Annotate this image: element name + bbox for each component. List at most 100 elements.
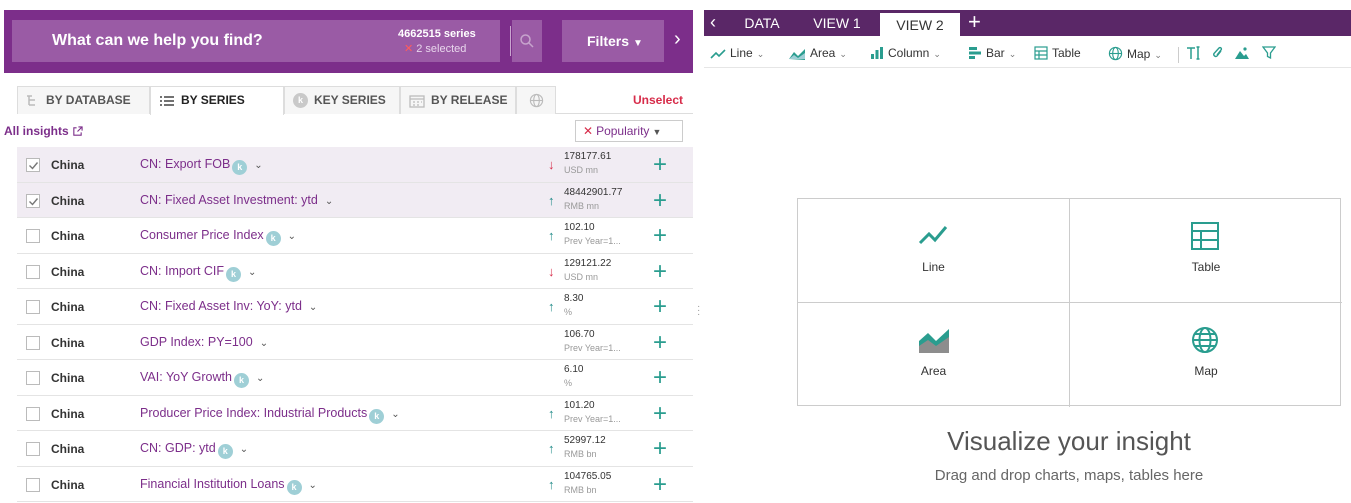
bar-chart-icon [969,47,981,59]
map-option[interactable]: Map [1070,303,1342,407]
search-input[interactable]: What can we help you find? 4662515 serie… [12,20,511,62]
arrow-up-icon: ↑ [548,192,555,208]
checkmark-icon [29,197,39,206]
chevron-down-icon[interactable]: ⌄ [256,373,264,384]
add-series-icon[interactable]: + [653,187,667,215]
row-checkbox[interactable] [26,442,40,456]
toolbar-area-button[interactable]: Area ⌄ [788,46,847,60]
row-checkbox[interactable] [26,264,40,279]
series-row[interactable]: China CN: Fixed Asset Investment: ytd ⌄ ↑ 48… [17,182,693,218]
add-series-icon[interactable]: + [653,364,667,392]
series-name-link[interactable]: Financial Institution Loans k ⌄ [140,477,317,495]
latest-value: 178177.61 [564,151,612,162]
area-chart-icon [789,49,805,60]
text-tool-icon[interactable] [1186,46,1206,60]
series-name-link[interactable]: CN: Fixed Asset Inv: YoY: ytd ⌄ [140,299,317,313]
add-series-icon[interactable]: + [653,471,667,499]
series-row[interactable]: China VAI: YoY Growth k ⌄ 6.10% + [17,360,693,396]
toolbar-bar-button[interactable]: Bar ⌄ [968,46,1016,60]
row-checkbox[interactable] [26,477,40,492]
toolbar-column-button[interactable]: Column ⌄ [870,46,941,60]
chevron-down-icon[interactable]: ⌄ [325,196,333,207]
visualization-panel: ‹ DATA VIEW 1 VIEW 2 + Line ⌄ Area ⌄ Colum… [704,0,1351,503]
clear-selection-icon[interactable]: ✕ [404,43,413,55]
row-checkbox[interactable] [26,193,40,208]
chevron-down-icon[interactable]: ⌄ [391,409,399,420]
tab-key-series[interactable]: k KEY SERIES [284,86,400,114]
area-option-label: Area [920,364,947,378]
add-series-icon[interactable]: + [653,329,667,357]
toolbar-column-label: Column [888,46,930,60]
series-row[interactable]: China CN: Import CIF k ⌄ ↓ 129121.22 USD mn + [17,254,693,289]
all-insights-link[interactable]: All insights [4,124,83,138]
row-checkbox[interactable] [26,300,40,314]
chevron-down-icon[interactable]: ⌄ [260,338,268,349]
row-checkbox[interactable] [26,158,40,172]
add-series-icon[interactable]: + [653,400,667,428]
add-view-icon[interactable]: + [968,10,981,34]
tab-by-database[interactable]: BY DATABASE [17,86,150,114]
value-unit: % [564,378,573,388]
row-checkbox[interactable] [26,406,40,421]
tab-data[interactable]: DATA [732,10,792,36]
table-option[interactable]: Table [1070,199,1342,303]
series-row[interactable]: China Consumer Price Index k ⌄ ↑ 102.10 Prev Y… [17,218,693,254]
area-chart-icon [919,329,949,353]
unselect-link[interactable]: Unselect [633,93,683,107]
chevron-down-icon[interactable]: ⌄ [240,444,248,455]
chevron-down-icon[interactable]: ⌄ [309,480,317,491]
sort-dropdown[interactable]: ✕ Popularity ▼ [575,120,683,142]
toolbar-table-button[interactable]: Table [1034,46,1081,60]
series-name-link[interactable]: Consumer Price Index k ⌄ [140,228,296,246]
row-checkbox[interactable] [26,371,40,385]
panel-splitter[interactable]: · · · [693,0,704,503]
image-tool-icon[interactable] [1234,46,1254,60]
chevron-down-icon[interactable]: ⌄ [254,160,262,171]
selected-count[interactable]: ✕ 2 selected [404,42,466,55]
series-name-link[interactable]: VAI: YoY Growth k ⌄ [140,370,264,388]
attachment-icon[interactable] [1212,46,1228,60]
add-series-icon[interactable]: + [653,222,667,250]
globe-icon [1108,46,1123,61]
chevron-down-icon[interactable]: ⌄ [248,267,256,278]
chevron-right-icon[interactable]: › [674,28,681,51]
add-series-icon[interactable]: + [653,151,667,179]
series-row[interactable]: China CN: Fixed Asset Inv: YoY: ytd ⌄ ↑ 8.30… [17,289,693,325]
series-row[interactable]: China Producer Price Index: Industrial Pr… [17,396,693,431]
back-chevron-icon[interactable]: ‹ [710,13,716,31]
tab-view-1[interactable]: VIEW 1 [804,10,870,36]
chevron-down-icon[interactable]: ⌄ [288,231,296,242]
line-option-label: Line [922,260,945,274]
add-series-icon[interactable]: + [653,293,667,321]
search-button[interactable] [512,20,542,62]
series-name-link[interactable]: Producer Price Index: Industrial Product… [140,406,400,424]
key-series-icon: k [265,231,281,246]
add-series-icon[interactable]: + [653,435,667,463]
row-checkbox[interactable] [26,229,40,243]
tab-view-2[interactable]: VIEW 2 [880,13,960,39]
filter-icon[interactable] [1261,46,1280,60]
series-name-link[interactable]: GDP Index: PY=100 ⌄ [140,335,268,349]
toolbar-map-button[interactable]: Map ⌄ [1108,46,1162,61]
row-checkbox[interactable] [26,335,40,350]
series-row[interactable]: China Financial Institution Loans k ⌄ ↑ 10476… [17,467,693,502]
filters-button[interactable]: Filters ▼ [562,20,664,62]
series-row[interactable]: China CN: Export FOB k ⌄ ↓ 178177.61 USD mn + [17,147,693,183]
series-name-link[interactable]: CN: GDP: ytd k ⌄ [140,441,248,459]
filters-label: Filters [587,33,630,49]
line-chart-option[interactable]: Line [798,199,1070,303]
area-chart-option[interactable]: Area [798,303,1070,407]
series-name-link[interactable]: CN: Import CIF k ⌄ [140,264,256,282]
clear-sort-icon[interactable]: ✕ [583,124,593,138]
series-name-link[interactable]: CN: Fixed Asset Investment: ytd ⌄ [140,193,333,207]
tab-by-release[interactable]: BY RELEASE [400,86,516,114]
tab-by-region[interactable] [516,86,556,114]
series-row[interactable]: China GDP Index: PY=100 ⌄ 106.70 Prev Year=1… [17,325,693,360]
series-name-link[interactable]: CN: Export FOB k ⌄ [140,157,263,175]
toolbar-line-button[interactable]: Line ⌄ [710,46,764,60]
chevron-down-icon[interactable]: ⌄ [309,302,317,313]
toolbar-table-label: Table [1052,46,1081,60]
series-row[interactable]: China CN: GDP: ytd k ⌄ ↑ 52997.12 RMB bn + [17,431,693,467]
tab-by-series[interactable]: BY SERIES [150,86,284,115]
add-series-icon[interactable]: + [653,258,667,286]
